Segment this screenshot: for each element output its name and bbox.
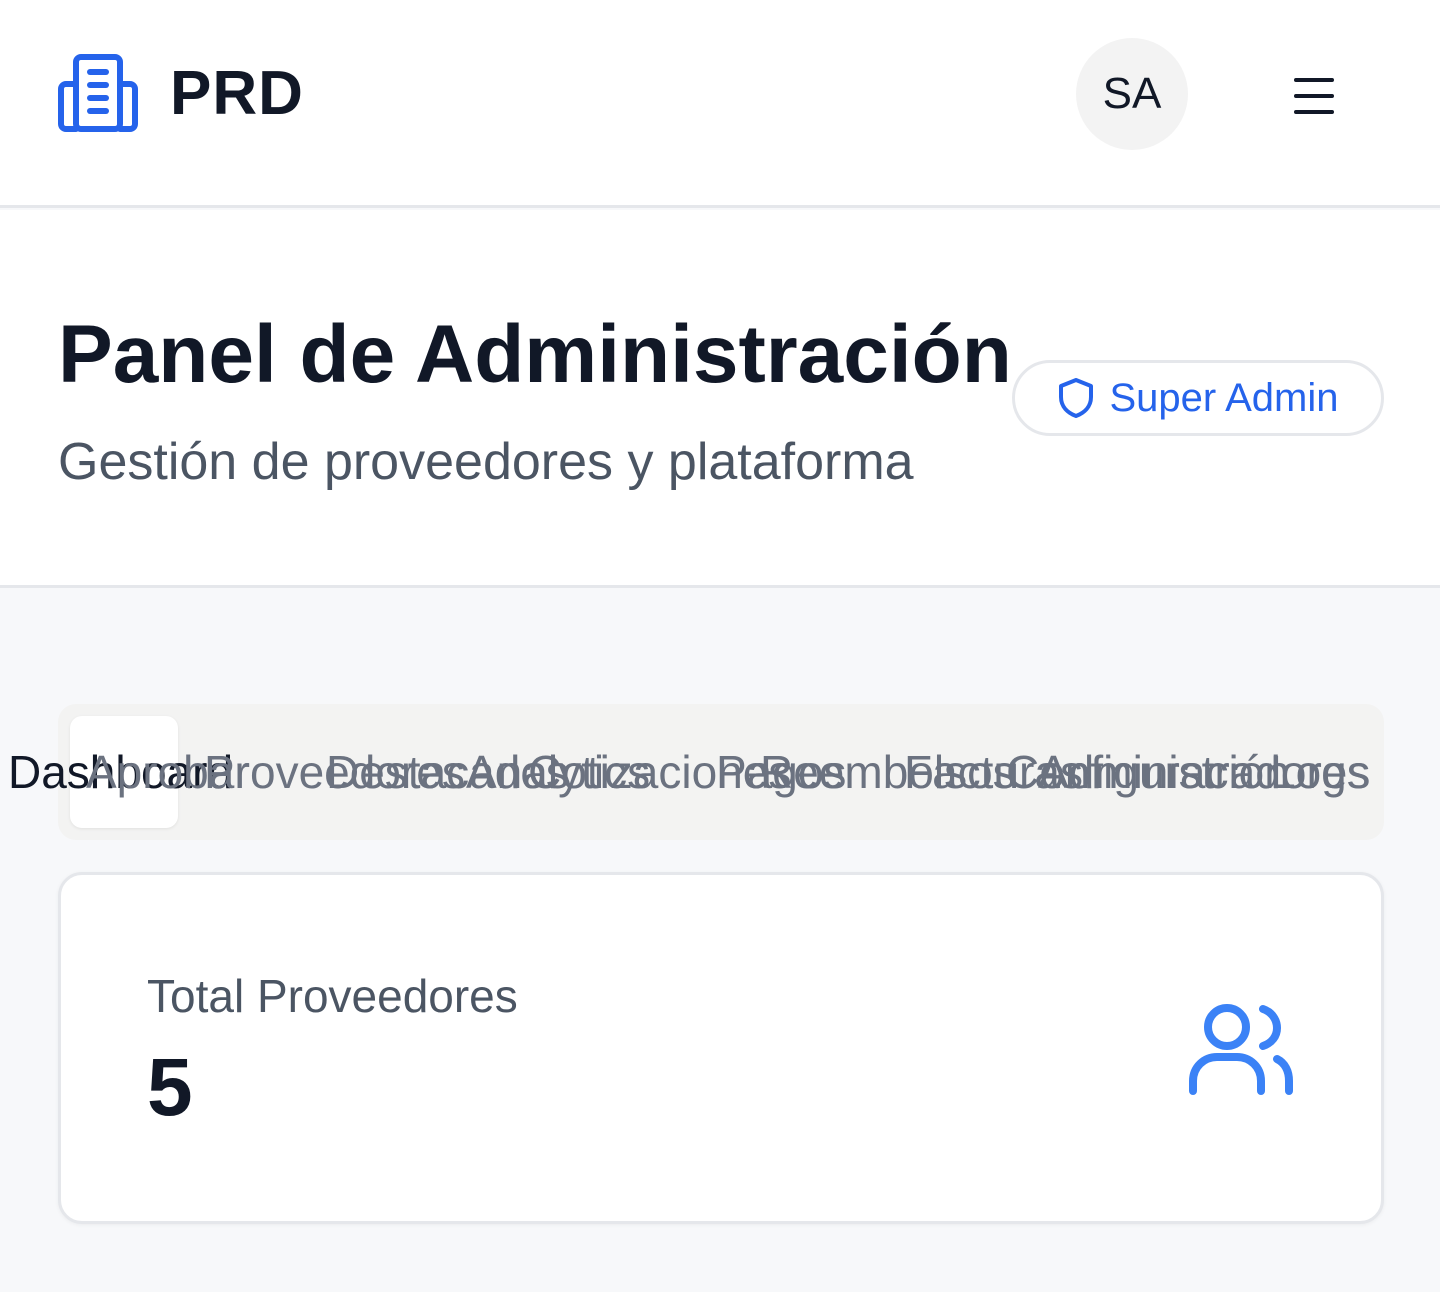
page-title: Panel de Administración xyxy=(58,309,1012,400)
tab-logs[interactable]: Logs xyxy=(1270,744,1370,800)
page-header: Panel de Administración Gestión de prove… xyxy=(0,210,1440,588)
avatar[interactable]: SA xyxy=(1076,38,1188,150)
top-bar: PRD SA xyxy=(0,0,1440,208)
role-badge: Super Admin xyxy=(1012,360,1384,436)
role-badge-label: Super Admin xyxy=(1109,375,1339,420)
page-subtitle: Gestión de proveedores y plataforma xyxy=(58,433,914,491)
stat-value: 5 xyxy=(147,1042,193,1133)
hamburger-menu-icon[interactable] xyxy=(1286,68,1342,124)
shield-icon xyxy=(1059,378,1094,418)
building-icon xyxy=(58,54,138,132)
brand-name: PRD xyxy=(170,58,304,128)
users-icon xyxy=(1189,1004,1293,1095)
brand[interactable]: PRD xyxy=(58,52,304,134)
stat-label: Total Proveedores xyxy=(147,970,518,1022)
stat-card-total-providers: Total Proveedores 5 xyxy=(58,872,1384,1224)
